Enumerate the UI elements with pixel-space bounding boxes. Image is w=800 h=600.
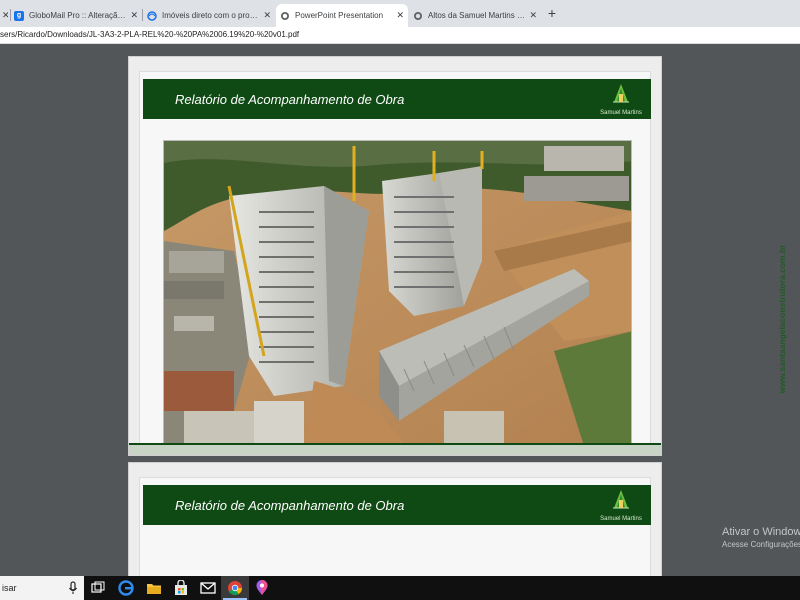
- address-bar[interactable]: sers/Ricardo/Downloads/JL-3A3-2-PLA-REL%…: [0, 27, 800, 44]
- close-icon[interactable]: ✕: [2, 10, 8, 21]
- globomail-favicon: g: [14, 10, 24, 21]
- windows-taskbar: isar: [0, 576, 800, 600]
- samuel-martins-logo: Samuel Martins: [597, 488, 645, 522]
- tab-label: Imóveis direto com o proprietário: [162, 11, 259, 20]
- globe-icon: [413, 11, 423, 21]
- file-explorer-icon[interactable]: [145, 579, 163, 597]
- mail-icon[interactable]: [199, 579, 217, 597]
- tab-label: Altos da Samuel Martins - Santa: [428, 11, 525, 20]
- close-icon[interactable]: ✕: [396, 10, 404, 21]
- edge-browser-icon[interactable]: [117, 579, 135, 597]
- store-icon[interactable]: [172, 579, 190, 597]
- task-view-icon[interactable]: [89, 579, 107, 597]
- chrome-icon[interactable]: [226, 579, 244, 597]
- new-tab-button[interactable]: +: [544, 6, 560, 22]
- tab-powerpoint-presentation[interactable]: PowerPoint Presentation ✕: [276, 4, 408, 27]
- logo-text: Samuel Martins: [600, 516, 642, 522]
- report-title: Relatório de Acompanhamento de Obra: [175, 92, 405, 107]
- pdf-page-2: Relatório de Acompanhamento de Obra Samu…: [128, 462, 662, 576]
- browser-tab-strip: ✕ g GloboMail Pro :: Alteração de se ✕ I…: [0, 0, 800, 27]
- windows-activation-watermark: Ativar o Windows Acesse Configurações: [722, 526, 800, 549]
- logo-text: Samuel Martins: [600, 110, 642, 116]
- globe-icon: [280, 11, 290, 21]
- tab-globomail[interactable]: g GloboMail Pro :: Alteração de se ✕: [10, 4, 142, 27]
- tab-close-partial[interactable]: ✕: [0, 4, 8, 27]
- tab-altos-samuel-martins[interactable]: Altos da Samuel Martins - Santa ✕: [409, 4, 541, 27]
- maps-pin-icon[interactable]: [253, 579, 271, 597]
- close-icon[interactable]: ✕: [130, 10, 138, 21]
- report-banner: Relatório de Acompanhamento de Obra Samu…: [143, 485, 651, 525]
- watermark-line-1: Ativar o Windows: [722, 526, 800, 538]
- samuel-martins-logo: Samuel Martins: [597, 82, 645, 116]
- report-title: Relatório de Acompanhamento de Obra: [175, 498, 405, 513]
- report-banner: Relatório de Acompanhamento de Obra Samu…: [143, 79, 651, 119]
- search-placeholder: isar: [2, 583, 17, 593]
- watermark-line-2: Acesse Configurações: [722, 540, 800, 549]
- pdf-page-1: Relatório de Acompanhamento de Obra Samu…: [128, 56, 787, 456]
- site-favicon: [147, 10, 157, 21]
- tab-label: PowerPoint Presentation: [295, 11, 384, 20]
- tab-label: GloboMail Pro :: Alteração de se: [29, 11, 126, 20]
- microphone-icon[interactable]: [67, 581, 79, 595]
- url-text[interactable]: sers/Ricardo/Downloads/JL-3A3-2-PLA-REL%…: [0, 30, 299, 39]
- close-icon[interactable]: ✕: [263, 10, 271, 21]
- pdf-viewer[interactable]: Relatório de Acompanhamento de Obra Samu…: [0, 44, 800, 576]
- page-footer-stripe: [129, 443, 661, 455]
- close-icon[interactable]: ✕: [529, 10, 537, 21]
- taskbar-search-box[interactable]: isar: [0, 576, 84, 600]
- construction-photo: [163, 140, 632, 445]
- tab-imoveis[interactable]: Imóveis direto com o proprietário ✕: [143, 4, 275, 27]
